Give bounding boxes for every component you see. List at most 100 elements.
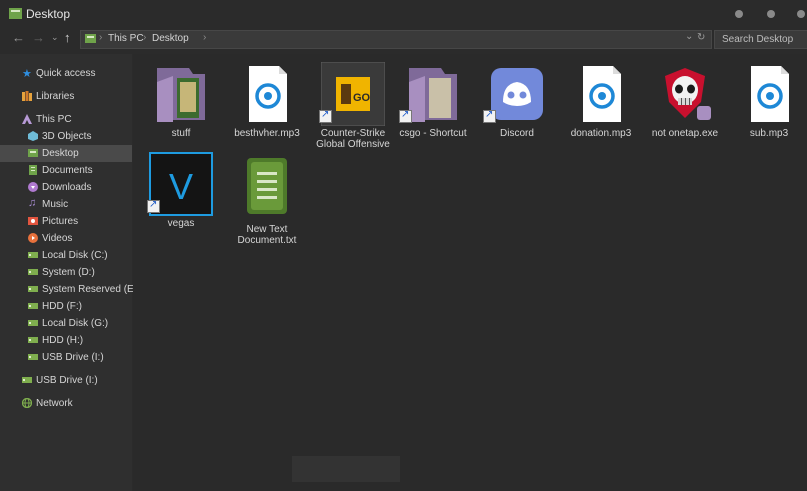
maximize-button[interactable] [767, 10, 775, 18]
sidebar-item-label: USB Drive (I:) [42, 352, 104, 363]
music-icon: ♫ [28, 197, 37, 209]
file-name: New Text Document.txt [237, 224, 297, 246]
drive-icon [28, 269, 38, 275]
csgo-go-text: GO [353, 92, 371, 104]
sidebar-item-this-pc[interactable]: This PC [0, 111, 132, 128]
file-item-sub-mp3[interactable]: sub.mp3 [731, 62, 807, 152]
folder-icon [157, 68, 205, 122]
window-title: Desktop [26, 7, 71, 21]
audio-file-icon [249, 66, 287, 122]
cube-icon [28, 131, 38, 141]
breadcrumb-separator-icon: › [143, 32, 147, 43]
back-arrow-icon[interactable]: ← [12, 30, 25, 45]
search-input[interactable]: Search Desktop [714, 30, 807, 49]
shortcut-arrow-icon [147, 199, 160, 213]
sidebar-item-pictures[interactable]: Pictures [0, 213, 132, 230]
file-item-discord[interactable]: Discord [479, 62, 555, 152]
sidebar-item-videos[interactable]: Videos [0, 230, 132, 247]
skull-exe-icon [665, 68, 711, 120]
sidebar-item-label: System Reserved (E:) [42, 284, 140, 295]
file-item-csgo-shortcut[interactable]: csgo - Shortcut [395, 62, 471, 152]
sidebar-item-desktop[interactable]: Desktop [0, 145, 132, 162]
shortcut-arrow-icon [319, 109, 332, 123]
sidebar-item-documents[interactable]: Documents [0, 162, 132, 179]
sidebar-item-system-reserved-e[interactable]: System Reserved (E:) [0, 281, 140, 298]
drive-icon [28, 303, 38, 309]
vegas-v-text: V [169, 166, 193, 207]
file-name: stuff [171, 128, 191, 139]
file-name: besthvher.mp3 [234, 128, 300, 139]
sidebar-item-label: Downloads [42, 182, 92, 193]
sidebar-item-usb-drive-i-root[interactable]: USB Drive (I:) [0, 372, 132, 389]
sidebar-item-hdd-f[interactable]: HDD (F:) [0, 298, 132, 315]
sidebar-item-system-d[interactable]: System (D:) [0, 264, 132, 281]
address-dropdown-icon[interactable]: ⌄ [685, 31, 693, 42]
sidebar-item-label: Videos [42, 233, 73, 244]
navigation-pane: ★ Quick access Libraries This PC 3D Obje… [0, 54, 140, 491]
recent-dropdown-icon[interactable]: ⌄ [51, 32, 59, 43]
file-item-not-onetap-exe[interactable]: not onetap.exe [647, 62, 723, 152]
forward-arrow-icon[interactable]: → [32, 30, 45, 45]
sidebar-item-downloads[interactable]: Downloads [0, 179, 132, 196]
navigation-bar: ← → ⌄ ↑ › This PC › Desktop › ⌄ ↻ Search… [0, 28, 807, 50]
explorer-window: Desktop ← → ⌄ ↑ › This PC › Desktop › ⌄ … [0, 0, 807, 491]
sidebar-item-label: Documents [42, 165, 93, 176]
sidebar-item-music[interactable]: ♫ Music [0, 196, 132, 213]
sidebar-item-usb-drive-i[interactable]: USB Drive (I:) [0, 349, 132, 366]
sidebar-item-label: Libraries [36, 91, 75, 102]
sidebar-item-local-disk-g[interactable]: Local Disk (G:) [0, 315, 132, 332]
sidebar-item-label: USB Drive (I:) [36, 375, 98, 386]
sidebar-item-local-disk-c[interactable]: Local Disk (C:) [0, 247, 132, 264]
sidebar-item-label: This PC [36, 114, 72, 125]
file-item-vegas[interactable]: V vegas [143, 152, 219, 232]
status-overlay [292, 456, 400, 482]
drive-icon [28, 320, 38, 326]
sidebar-item-label: HDD (F:) [42, 301, 82, 312]
refresh-icon[interactable]: ↻ [697, 32, 705, 43]
file-view: stuff besthvher.mp3 GO Counter-Strike Gl… [133, 54, 807, 491]
audio-file-icon [583, 66, 621, 122]
file-name: not onetap.exe [651, 128, 719, 139]
usb-drive-icon [22, 377, 32, 383]
drive-icon [28, 337, 38, 343]
usb-drive-icon [28, 354, 38, 360]
sidebar-item-3d-objects[interactable]: 3D Objects [0, 128, 132, 145]
sidebar-item-libraries[interactable]: Libraries [0, 88, 132, 105]
sidebar-item-label: Music [42, 199, 69, 210]
up-arrow-icon[interactable]: ↑ [64, 30, 71, 45]
file-name: donation.mp3 [570, 128, 632, 139]
sidebar-item-label: Local Disk (C:) [42, 250, 108, 261]
minimize-button[interactable] [735, 10, 743, 18]
breadcrumb-this-pc[interactable]: This PC [108, 33, 144, 44]
pictures-icon [28, 217, 38, 225]
star-icon: ★ [22, 68, 32, 80]
sidebar-item-label: System (D:) [42, 267, 95, 278]
file-item-besthvher-mp3[interactable]: besthvher.mp3 [229, 62, 305, 152]
address-bar[interactable]: › This PC › Desktop › ⌄ ↻ [80, 30, 712, 49]
sidebar-item-label: Local Disk (G:) [42, 318, 109, 329]
file-item-new-text-document[interactable]: New Text Document.txt [229, 158, 305, 248]
sidebar-item-quick-access[interactable]: ★ Quick access [0, 65, 132, 82]
close-button[interactable] [797, 10, 805, 18]
shortcut-arrow-icon [483, 109, 496, 123]
download-icon [28, 182, 38, 192]
file-item-counter-strike[interactable]: GO Counter-Strike Global Offensive [315, 62, 391, 162]
network-icon [22, 398, 32, 408]
file-name: vegas [167, 218, 195, 229]
sidebar-item-network[interactable]: Network [0, 395, 132, 412]
breadcrumb-desktop[interactable]: Desktop [152, 33, 189, 44]
title-bar: Desktop [0, 0, 807, 28]
file-item-donation-mp3[interactable]: donation.mp3 [563, 62, 639, 152]
this-pc-icon [85, 34, 96, 43]
file-name: sub.mp3 [749, 128, 789, 139]
text-document-icon [247, 158, 287, 214]
sidebar-item-hdd-h[interactable]: HDD (H:) [0, 332, 132, 349]
this-pc-icon [22, 114, 32, 124]
file-item-stuff[interactable]: stuff [143, 62, 219, 152]
breadcrumb-separator-icon: › [99, 32, 103, 43]
sidebar-item-label: Network [36, 398, 73, 409]
drive-icon [28, 286, 38, 292]
file-name: Counter-Strike Global Offensive [316, 128, 390, 150]
videos-icon [28, 233, 38, 243]
sidebar-item-label: Desktop [42, 148, 79, 159]
